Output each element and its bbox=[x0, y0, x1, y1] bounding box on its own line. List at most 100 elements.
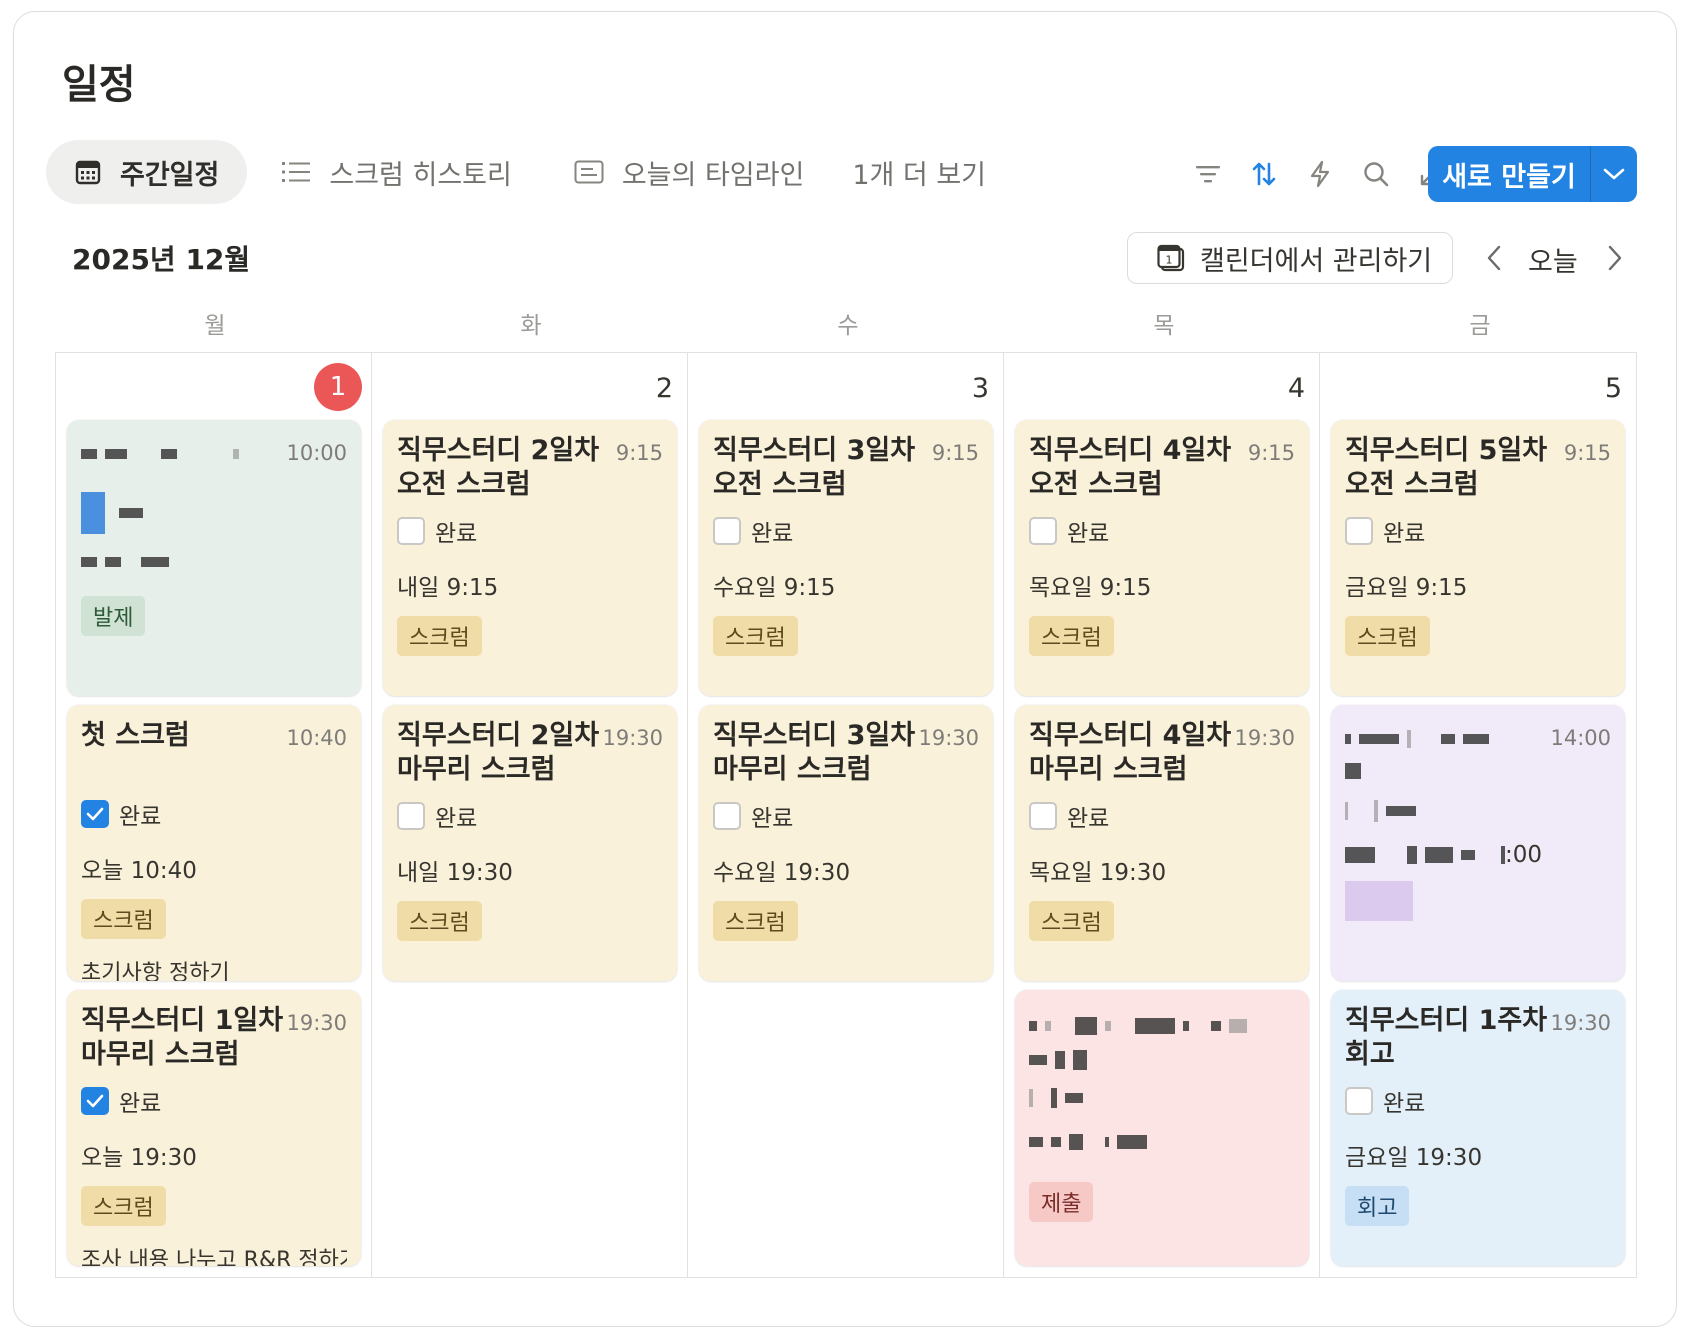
event-card[interactable]: 직무스터디 3일차 마무리 스크럼 19:30 완료 수요일 19:30 스크럼 bbox=[699, 705, 993, 981]
today-date-badge: 1 bbox=[314, 363, 362, 411]
redacted-content bbox=[1029, 1048, 1295, 1072]
event-title: 직무스터디 1일차 마무리 스크럼 bbox=[81, 1005, 284, 1070]
tag-label: 스크럼 bbox=[1345, 616, 1430, 656]
date-number: 2 bbox=[655, 373, 673, 404]
event-datetime: 내일 19:30 bbox=[397, 860, 513, 886]
tab-today-timeline[interactable]: 오늘의 타임라인 bbox=[546, 140, 832, 204]
filter-icon[interactable] bbox=[1180, 150, 1236, 198]
redacted-title bbox=[81, 434, 247, 466]
manage-in-calendar-button[interactable]: 1 캘린더에서 관리하기 bbox=[1127, 232, 1453, 284]
event-title: 직무스터디 2일차 오전 스크럼 bbox=[397, 435, 600, 500]
done-label: 완료 bbox=[751, 806, 794, 832]
redacted-content: :00 bbox=[1345, 842, 1611, 868]
event-card[interactable]: 제출 bbox=[1015, 990, 1309, 1266]
done-label: 완료 bbox=[119, 1091, 162, 1117]
redacted-title bbox=[1029, 1014, 1295, 1038]
redacted-content bbox=[81, 550, 347, 574]
event-card[interactable]: 10:00 발제 bbox=[67, 420, 361, 696]
day-cell[interactable]: 5 직무스터디 5일차 오전 스크럼 9:15 완료 금요일 9:15 스크럼 … bbox=[1320, 353, 1636, 1277]
done-label: 완료 bbox=[1383, 1091, 1426, 1117]
date-number: 5 bbox=[1604, 373, 1622, 404]
sort-icon[interactable] bbox=[1236, 150, 1292, 198]
tab-scrum-history[interactable]: 스크럼 히스토리 bbox=[253, 140, 539, 204]
redacted-title bbox=[1345, 719, 1497, 783]
svg-text:1: 1 bbox=[1166, 254, 1173, 267]
event-datetime: 수요일 19:30 bbox=[713, 860, 851, 886]
event-card[interactable]: 직무스터디 1주차 회고 19:30 완료 금요일 19:30 회고 bbox=[1331, 990, 1625, 1266]
month-label: 2025년 12월 bbox=[72, 243, 251, 276]
day-cell[interactable]: 2 직무스터디 2일차 오전 스크럼 9:15 완료 내일 9:15 스크럼 직… bbox=[372, 353, 688, 1277]
event-card[interactable]: 첫 스크럼 10:40 완료 오늘 10:40 스크럼 초기사항 정하기 bbox=[67, 705, 361, 981]
done-label: 완료 bbox=[1067, 521, 1110, 547]
event-datetime: 금요일 9:15 bbox=[1345, 575, 1468, 601]
weekday-label: 수 bbox=[837, 313, 859, 339]
event-card[interactable]: 직무스터디 2일차 마무리 스크럼 19:30 완료 내일 19:30 스크럼 bbox=[383, 705, 677, 981]
day-cell[interactable]: 4 직무스터디 4일차 오전 스크럼 9:15 완료 목요일 9:15 스크럼 … bbox=[1004, 353, 1320, 1277]
tag-label: 스크럼 bbox=[81, 1186, 166, 1226]
redacted-time-tail: :00 bbox=[1505, 842, 1543, 868]
event-title: 직무스터디 5일차 오전 스크럼 bbox=[1345, 435, 1548, 500]
event-datetime: 오늘 10:40 bbox=[81, 858, 197, 884]
new-button-label[interactable]: 새로 만들기 bbox=[1428, 155, 1590, 194]
tab-label: 오늘의 타임라인 bbox=[621, 159, 805, 191]
chevron-left-icon[interactable] bbox=[1478, 240, 1510, 276]
event-card[interactable]: 직무스터디 4일차 오전 스크럼 9:15 완료 목요일 9:15 스크럼 bbox=[1015, 420, 1309, 696]
event-card[interactable]: 직무스터디 3일차 오전 스크럼 9:15 완료 수요일 9:15 스크럼 bbox=[699, 420, 993, 696]
done-checkbox[interactable] bbox=[1345, 1087, 1373, 1115]
event-time: 19:30 bbox=[1550, 1011, 1611, 1035]
event-card[interactable]: 직무스터디 4일차 마무리 스크럼 19:30 완료 목요일 19:30 스크럼 bbox=[1015, 705, 1309, 981]
tab-label: 1개 더 보기 bbox=[852, 159, 987, 191]
done-label: 완료 bbox=[1067, 806, 1110, 832]
new-button: 새로 만들기 bbox=[1428, 146, 1637, 202]
today-button[interactable]: 오늘 bbox=[1528, 240, 1578, 279]
done-checkbox[interactable] bbox=[1029, 517, 1057, 545]
done-checkbox[interactable] bbox=[81, 1087, 109, 1115]
tab-label: 주간일정 bbox=[120, 159, 220, 191]
event-time: 19:30 bbox=[602, 726, 663, 750]
chevron-right-icon[interactable] bbox=[1599, 240, 1631, 276]
event-title: 직무스터디 2일차 마무리 스크럼 bbox=[397, 720, 600, 785]
tag-label: 스크럼 bbox=[1029, 616, 1114, 656]
tag-label: 발제 bbox=[81, 596, 146, 636]
page-title: 일정 bbox=[62, 62, 136, 108]
event-datetime: 오늘 19:30 bbox=[81, 1145, 197, 1171]
tag-label: 스크럼 bbox=[397, 901, 482, 941]
automation-icon[interactable] bbox=[1292, 150, 1348, 198]
event-time: 10:00 bbox=[286, 441, 347, 465]
done-label: 완료 bbox=[435, 806, 478, 832]
event-title: 첫 스크럼 bbox=[81, 720, 190, 751]
event-note: 초기사항 정하기 bbox=[81, 961, 230, 981]
event-title: 직무스터디 4일차 마무리 스크럼 bbox=[1029, 720, 1232, 785]
event-card[interactable]: 14:00 :00 bbox=[1331, 705, 1625, 981]
calendar-app-icon: 1 bbox=[1156, 243, 1186, 273]
chevron-down-icon[interactable] bbox=[1591, 146, 1637, 202]
weekday-label: 월 bbox=[204, 313, 226, 339]
event-card[interactable]: 직무스터디 1일차 마무리 스크럼 19:30 완료 오늘 19:30 스크럼 … bbox=[67, 990, 361, 1266]
done-checkbox[interactable] bbox=[397, 517, 425, 545]
event-time: 9:15 bbox=[615, 441, 663, 465]
done-checkbox[interactable] bbox=[713, 802, 741, 830]
event-datetime: 금요일 19:30 bbox=[1345, 1145, 1483, 1171]
event-card[interactable]: 직무스터디 2일차 오전 스크럼 9:15 완료 내일 9:15 스크럼 bbox=[383, 420, 677, 696]
tab-more-views[interactable]: 1개 더 보기 bbox=[838, 140, 1000, 204]
event-title: 직무스터디 1주차 회고 bbox=[1345, 1005, 1548, 1070]
tab-weekly-schedule[interactable]: 주간일정 bbox=[46, 140, 248, 204]
done-checkbox[interactable] bbox=[397, 802, 425, 830]
done-label: 완료 bbox=[435, 521, 478, 547]
day-cell[interactable]: 1 10:00 발제 첫 스크럼 10:40 완료 오늘 10:40 스크럼 초… bbox=[56, 353, 372, 1277]
done-checkbox[interactable] bbox=[81, 800, 109, 828]
event-card[interactable]: 직무스터디 5일차 오전 스크럼 9:15 완료 금요일 9:15 스크럼 bbox=[1331, 420, 1625, 696]
event-datetime: 내일 9:15 bbox=[397, 575, 499, 601]
done-checkbox[interactable] bbox=[1029, 802, 1057, 830]
tag-label: 스크럼 bbox=[81, 899, 166, 939]
tag-label: 제출 bbox=[1029, 1182, 1094, 1222]
manage-label: 캘린더에서 관리하기 bbox=[1200, 245, 1433, 277]
done-checkbox[interactable] bbox=[1345, 517, 1373, 545]
done-checkbox[interactable] bbox=[713, 517, 741, 545]
day-cell[interactable]: 3 직무스터디 3일차 오전 스크럼 9:15 완료 수요일 9:15 스크럼 … bbox=[688, 353, 1004, 1277]
redacted-content bbox=[81, 492, 347, 534]
date-number: 4 bbox=[1287, 373, 1305, 404]
search-icon[interactable] bbox=[1348, 150, 1404, 198]
weekday-label: 화 bbox=[520, 313, 542, 339]
tag-label: 스크럼 bbox=[1029, 901, 1114, 941]
